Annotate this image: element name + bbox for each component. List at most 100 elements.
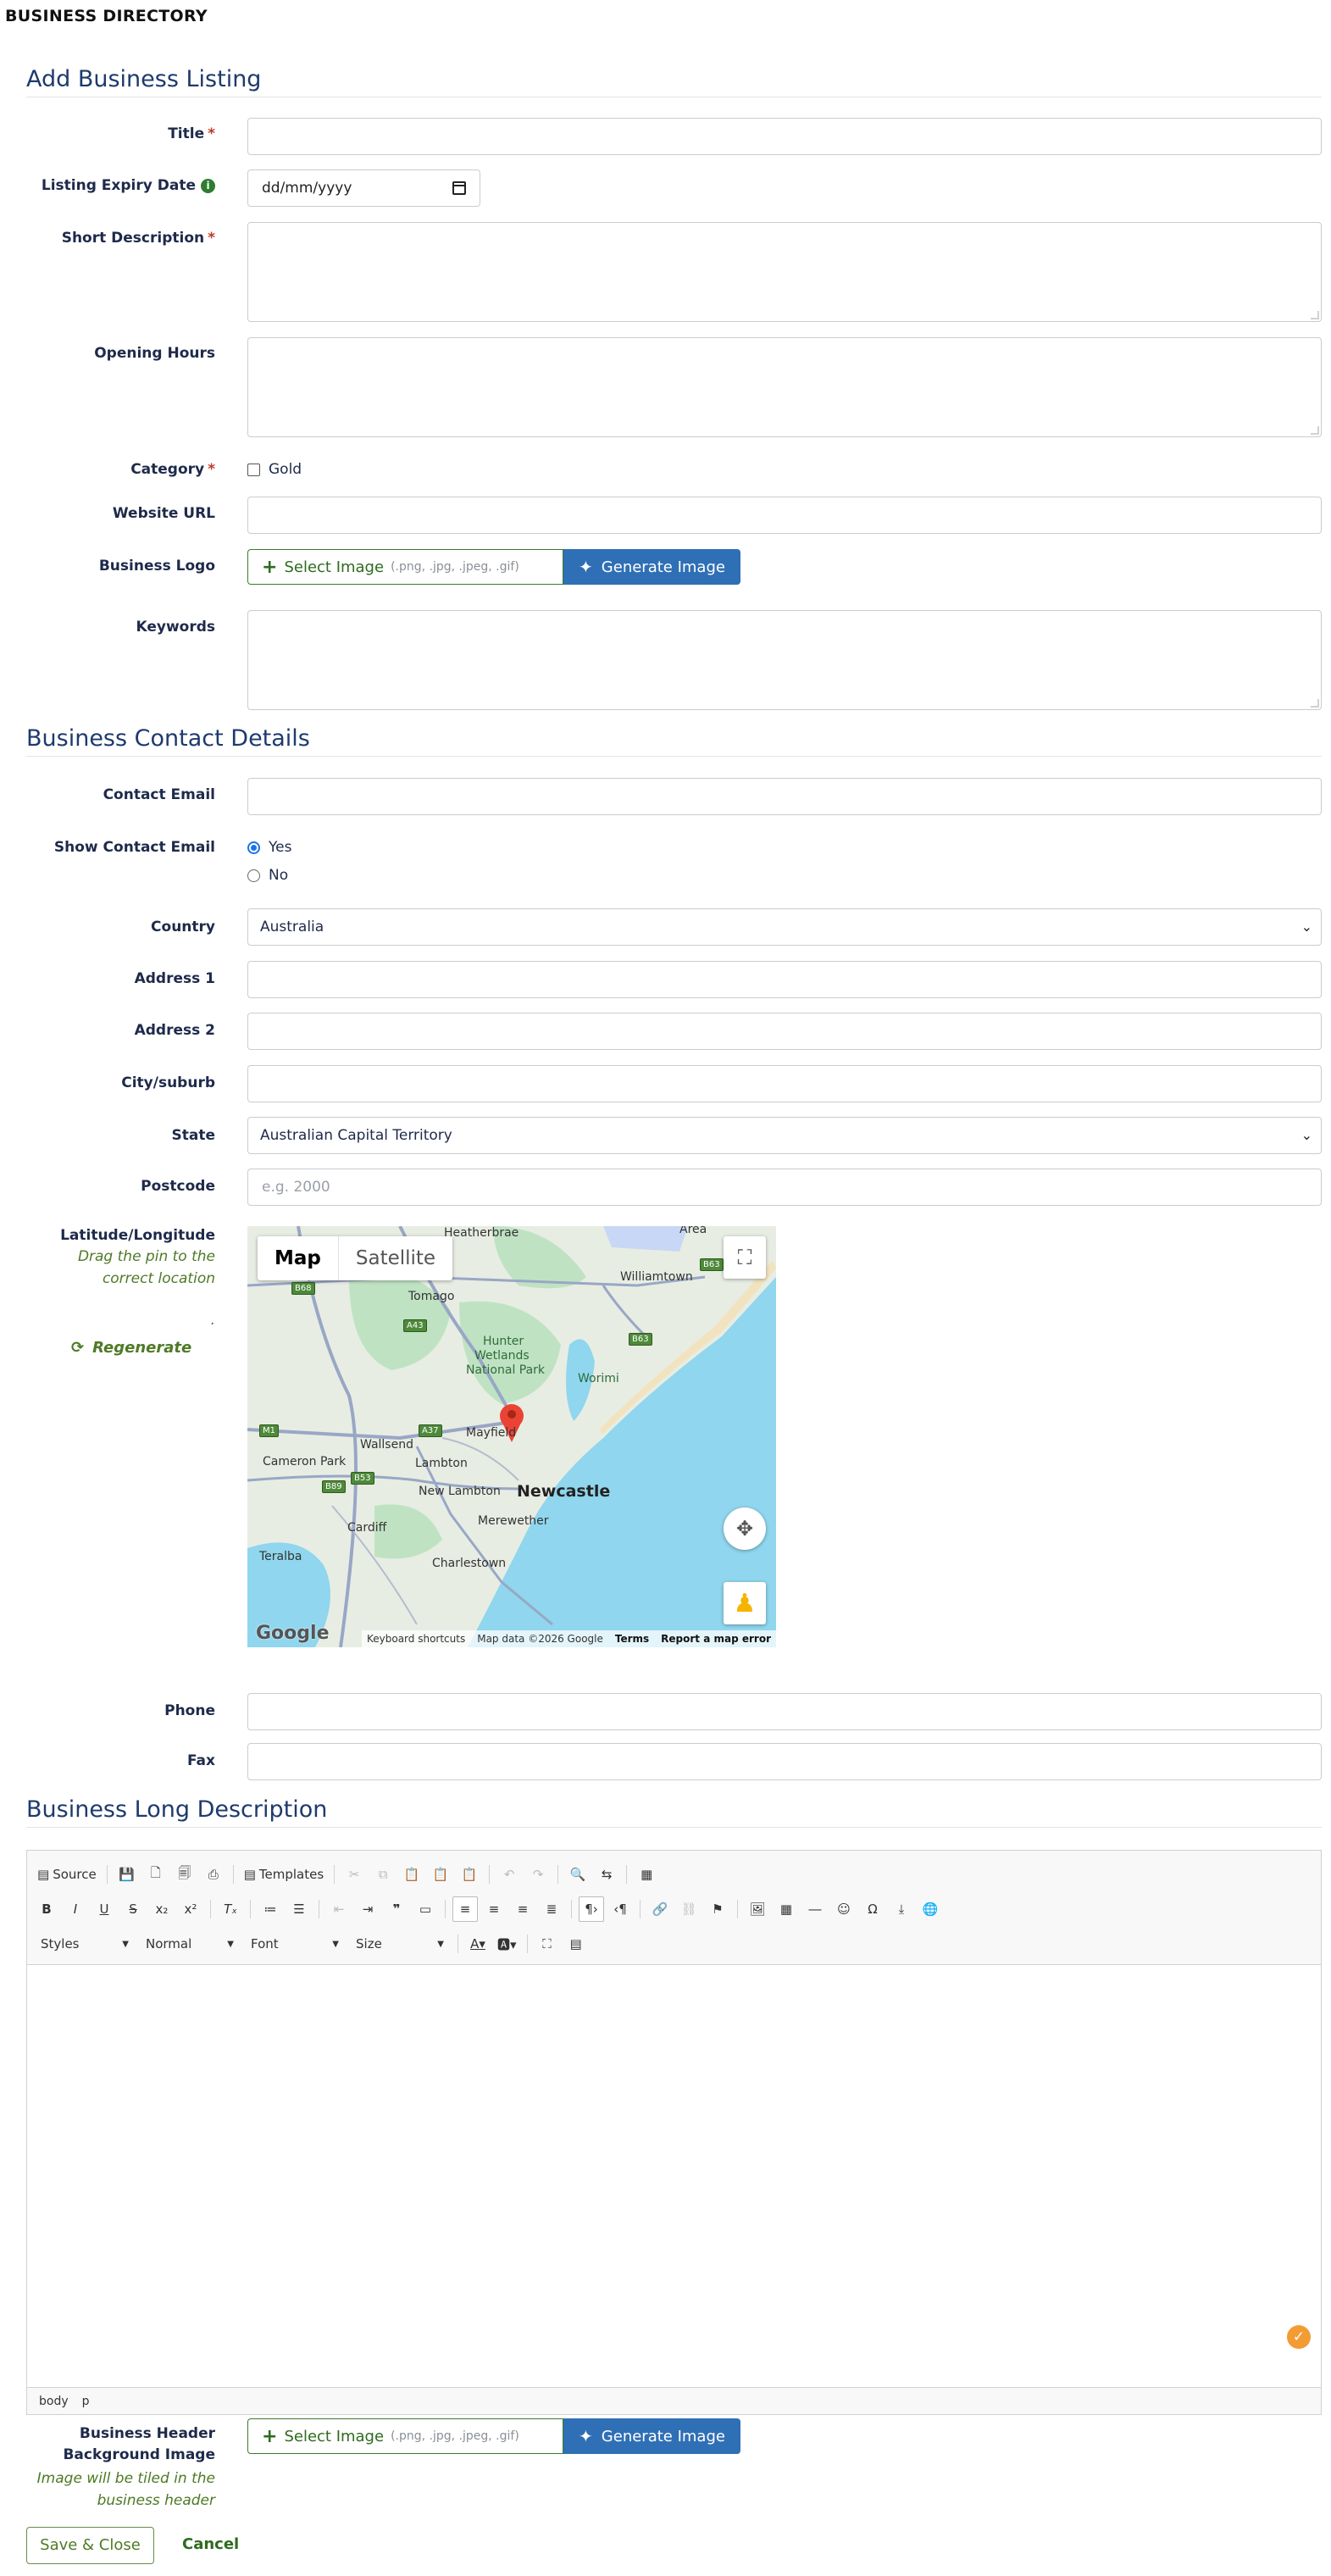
text-color-icon[interactable]: A▾ bbox=[465, 1931, 491, 1957]
title-input[interactable] bbox=[247, 118, 1322, 155]
link-icon[interactable]: 🔗 bbox=[647, 1896, 673, 1922]
select-all-icon[interactable]: ▦ bbox=[634, 1862, 659, 1887]
state-select[interactable]: Australian Capital Territory ⌄ bbox=[247, 1117, 1322, 1154]
country-select[interactable]: Australia ⌄ bbox=[247, 908, 1322, 946]
save-close-button[interactable]: Save & Close bbox=[26, 2527, 154, 2564]
anchor-icon[interactable]: ⚑ bbox=[705, 1896, 730, 1922]
format-dropdown[interactable]: Normal ▼ bbox=[139, 1931, 241, 1957]
map-tab-satellite[interactable]: Satellite bbox=[339, 1236, 452, 1280]
address2-input[interactable] bbox=[247, 1013, 1322, 1050]
refresh-icon: ⟳ bbox=[71, 1339, 85, 1357]
short-description-textarea[interactable] bbox=[247, 222, 1322, 322]
map-tab-map[interactable]: Map bbox=[258, 1236, 339, 1280]
show-blocks-icon[interactable]: ▤ bbox=[563, 1931, 589, 1957]
show-email-yes-radio[interactable] bbox=[247, 841, 260, 854]
smiley-icon[interactable]: ☺ bbox=[831, 1896, 857, 1922]
replace-icon[interactable]: ⇆ bbox=[594, 1862, 619, 1887]
indent-icon[interactable]: ⇥ bbox=[355, 1896, 380, 1922]
terms-link[interactable]: Terms bbox=[615, 1633, 649, 1645]
redo-icon[interactable]: ↷ bbox=[525, 1862, 551, 1887]
contact-email-input[interactable] bbox=[247, 778, 1322, 815]
paste-icon[interactable]: 📋 bbox=[399, 1862, 424, 1887]
copy-icon[interactable]: ⧉ bbox=[370, 1862, 396, 1887]
cancel-button[interactable]: Cancel bbox=[182, 2527, 239, 2564]
styles-dropdown[interactable]: Styles ▼ bbox=[34, 1931, 136, 1957]
address1-input[interactable] bbox=[247, 961, 1322, 998]
align-right-icon[interactable]: ≡ bbox=[510, 1896, 535, 1922]
horizontal-rule-icon[interactable]: ― bbox=[802, 1896, 828, 1922]
category-gold-option[interactable]: Gold bbox=[247, 461, 302, 478]
image-icon[interactable]: 🖼 bbox=[745, 1896, 770, 1922]
align-center-icon[interactable]: ≡ bbox=[481, 1896, 507, 1922]
phone-input[interactable] bbox=[247, 1693, 1322, 1730]
keyboard-shortcuts-link[interactable]: Keyboard shortcuts bbox=[367, 1633, 465, 1645]
blockquote-icon[interactable]: ❞ bbox=[384, 1896, 409, 1922]
category-gold-checkbox[interactable] bbox=[247, 463, 260, 476]
editor-content-area[interactable]: ✓ bbox=[27, 1965, 1321, 2386]
font-dropdown[interactable]: Font ▼ bbox=[244, 1931, 346, 1957]
regenerate-button[interactable]: ⟳ Regenerate bbox=[71, 1339, 191, 1357]
resize-handle[interactable] bbox=[1311, 426, 1319, 435]
save-icon[interactable]: 💾 bbox=[114, 1862, 140, 1887]
rtl-icon[interactable]: ‹¶ bbox=[607, 1896, 633, 1922]
templates-button[interactable]: ▤ Templates bbox=[241, 1862, 327, 1887]
report-map-error-link[interactable]: Report a map error bbox=[661, 1633, 771, 1645]
spellcheck-icon[interactable]: ✓ bbox=[1287, 2325, 1311, 2349]
show-email-no-radio[interactable] bbox=[247, 869, 260, 882]
page-break-icon[interactable]: ⤓ bbox=[889, 1896, 914, 1922]
find-icon[interactable]: 🔍 bbox=[565, 1862, 591, 1887]
paste-text-icon[interactable]: 📋 bbox=[428, 1862, 453, 1887]
align-left-icon[interactable]: ≡ bbox=[452, 1896, 478, 1922]
paste-word-icon[interactable]: 📋 bbox=[457, 1862, 482, 1887]
superscript-icon[interactable]: x² bbox=[178, 1896, 203, 1922]
print-icon[interactable]: ⎙ bbox=[201, 1862, 226, 1887]
show-email-yes-option[interactable]: Yes bbox=[247, 839, 291, 856]
calendar-icon[interactable] bbox=[452, 181, 466, 195]
size-dropdown[interactable]: Size ▼ bbox=[349, 1931, 451, 1957]
generate-header-image-button[interactable]: ✦ Generate Image bbox=[563, 2418, 740, 2454]
ltr-icon[interactable]: ¶› bbox=[579, 1896, 604, 1922]
preview-icon[interactable]: 🗐 bbox=[172, 1862, 197, 1887]
background-color-icon[interactable]: 🅰▾ bbox=[494, 1931, 520, 1957]
remove-format-icon[interactable]: Tₓ bbox=[218, 1896, 243, 1922]
generate-logo-button[interactable]: ✦ Generate Image bbox=[563, 549, 740, 585]
maximize-icon[interactable]: ⛶ bbox=[535, 1931, 560, 1957]
website-input[interactable] bbox=[247, 497, 1322, 534]
iframe-icon[interactable]: 🌐 bbox=[918, 1896, 943, 1922]
resize-handle[interactable] bbox=[1311, 311, 1319, 319]
fax-input[interactable] bbox=[247, 1743, 1322, 1780]
expiry-date-input[interactable]: dd/mm/yyyy bbox=[247, 169, 480, 207]
path-p[interactable]: p bbox=[82, 2395, 90, 2408]
keywords-textarea[interactable] bbox=[247, 610, 1322, 710]
postcode-input[interactable]: e.g. 2000 bbox=[247, 1169, 1322, 1206]
cut-icon[interactable]: ✂ bbox=[341, 1862, 367, 1887]
outdent-icon[interactable]: ⇤ bbox=[326, 1896, 352, 1922]
city-input[interactable] bbox=[247, 1065, 1322, 1102]
info-icon[interactable]: i bbox=[201, 179, 215, 193]
div-icon[interactable]: ▭ bbox=[413, 1896, 438, 1922]
fullscreen-icon[interactable]: ⛶ bbox=[724, 1236, 766, 1279]
opening-hours-textarea[interactable] bbox=[247, 337, 1322, 437]
subscript-icon[interactable]: x₂ bbox=[149, 1896, 175, 1922]
select-logo-button[interactable]: + Select Image (.png, .jpg, .jpeg, .gif) bbox=[247, 549, 563, 585]
bulleted-list-icon[interactable]: ☰ bbox=[286, 1896, 312, 1922]
location-map[interactable]: Heatherbrae Area Williamtown Tomago Hunt… bbox=[247, 1226, 776, 1647]
underline-icon[interactable]: U bbox=[92, 1896, 117, 1922]
select-header-image-button[interactable]: + Select Image (.png, .jpg, .jpeg, .gif) bbox=[247, 2418, 563, 2454]
resize-handle[interactable] bbox=[1311, 699, 1319, 708]
undo-icon[interactable]: ↶ bbox=[496, 1862, 522, 1887]
justify-icon[interactable]: ≣ bbox=[539, 1896, 564, 1922]
unlink-icon[interactable]: ⛓ bbox=[676, 1896, 702, 1922]
pegman-icon[interactable]: ♟ bbox=[724, 1582, 766, 1624]
path-body[interactable]: body bbox=[39, 2395, 69, 2408]
bold-icon[interactable]: B bbox=[34, 1896, 59, 1922]
show-email-no-option[interactable]: No bbox=[247, 867, 288, 884]
camera-control-icon[interactable]: ✥ bbox=[724, 1507, 766, 1550]
numbered-list-icon[interactable]: ≔ bbox=[258, 1896, 283, 1922]
table-icon[interactable]: ▦ bbox=[774, 1896, 799, 1922]
special-char-icon[interactable]: Ω bbox=[860, 1896, 885, 1922]
new-page-icon[interactable]: 🗋 bbox=[143, 1862, 169, 1887]
italic-icon[interactable]: I bbox=[63, 1896, 88, 1922]
strikethrough-icon[interactable]: S bbox=[120, 1896, 146, 1922]
source-button[interactable]: ▤ Source bbox=[34, 1862, 100, 1887]
